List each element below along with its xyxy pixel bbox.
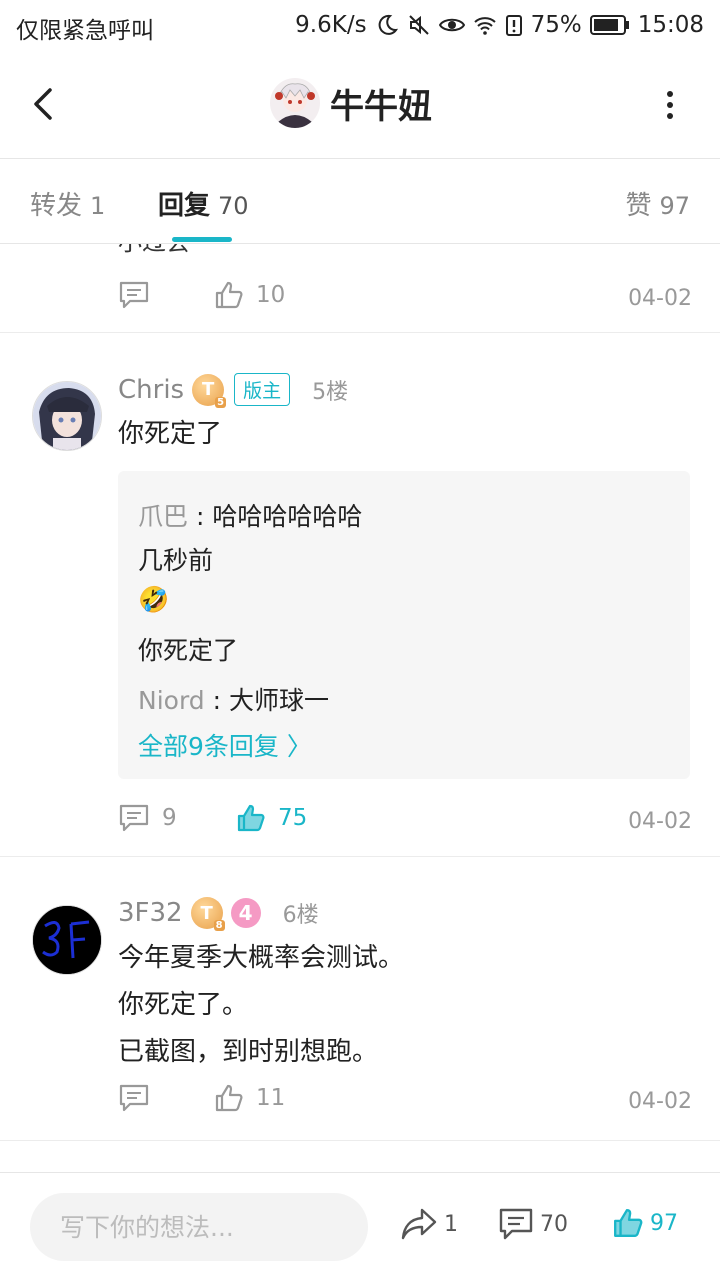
user-meta: 3F32 T8 4 6楼 — [118, 897, 319, 931]
sub-reply-box[interactable]: 爪巴 : 哈哈哈哈哈哈 几秒前 🤣 你死定了 Niord : 大师球一 全部9条… — [118, 471, 690, 779]
back-button[interactable] — [24, 84, 64, 124]
avatar[interactable] — [32, 381, 102, 451]
title-area[interactable]: 牛牛妞 — [270, 78, 432, 128]
comment-icon — [119, 1084, 149, 1112]
share-icon — [401, 1208, 437, 1240]
chevron-left-icon — [34, 88, 52, 120]
avatar[interactable] — [270, 78, 320, 128]
thumbs-up-icon — [614, 1209, 643, 1237]
level-badge: T8 — [190, 897, 225, 931]
battery-alert-icon — [505, 13, 523, 37]
thumbs-up-icon — [215, 1084, 243, 1112]
comment-icon — [499, 1208, 533, 1240]
status-bar: 仅限紧急呼叫 9.6K/s 75% 15:08 — [0, 0, 720, 50]
sub-reply-line: 你死定了 — [138, 636, 239, 665]
tab-bar: 转发 1 回复 70 赞 97 — [0, 159, 720, 244]
comment-icon — [119, 281, 149, 309]
thumbs-up-icon — [215, 281, 243, 309]
mute-icon — [407, 13, 431, 37]
floor-number: 5楼 — [312, 379, 349, 405]
divider — [0, 1140, 720, 1141]
tab-indicator — [172, 237, 232, 242]
comment-button[interactable]: 9 — [118, 803, 177, 833]
comment-button[interactable] — [118, 280, 150, 310]
post-date: 04-02 — [628, 286, 692, 311]
post-actions: 10 04-02 — [118, 280, 692, 320]
tab-forward[interactable]: 转发 1 — [30, 185, 105, 222]
status-right: 9.6K/s 75% 15:08 — [295, 8, 704, 42]
moderator-badge: 版主 — [234, 373, 291, 406]
bottom-bar: 1 70 97 — [0, 1172, 720, 1281]
post-body-cut: 小过会 — [118, 244, 190, 257]
sub-reply-line: 爪巴 : 哈哈哈哈哈哈 — [138, 502, 363, 531]
reply-body: 你死定了 — [118, 419, 223, 449]
title-bar: 牛牛妞 — [0, 50, 720, 159]
username[interactable]: 3F32 — [118, 898, 183, 928]
thumbs-up-icon — [237, 804, 265, 832]
carrier-text: 仅限紧急呼叫 — [16, 18, 154, 44]
sub-reply-line: 几秒前 — [138, 546, 214, 575]
comment-button[interactable] — [118, 1083, 150, 1113]
tab-likes[interactable]: 赞 97 — [625, 185, 690, 222]
tab-reply[interactable]: 回复 70 — [158, 185, 249, 222]
reply-list[interactable]: 小过会 10 04-02 Chris T5 版主 — [0, 244, 720, 1172]
moon-icon — [375, 13, 399, 37]
comment-input[interactable] — [30, 1193, 368, 1261]
clock: 15:08 — [637, 12, 704, 38]
sub-reply-line: Niord : 大师球一 — [138, 686, 329, 715]
like-button[interactable]: 97 — [612, 1207, 678, 1239]
like-button[interactable]: 11 — [214, 1083, 285, 1113]
divider — [0, 856, 720, 857]
level-badge: T5 — [192, 373, 227, 408]
more-vertical-icon — [667, 91, 673, 119]
username[interactable]: Chris — [118, 375, 184, 405]
divider — [0, 332, 720, 333]
user-meta: Chris T5 版主 5楼 — [118, 373, 349, 408]
avatar[interactable] — [32, 905, 102, 975]
like-button[interactable]: 10 — [214, 280, 285, 310]
more-options-button[interactable] — [660, 88, 680, 122]
reply-body: 今年夏季大概率会测试。 你死定了。 已截图，到时别想跑。 — [118, 943, 405, 1067]
page-title: 牛牛妞 — [330, 86, 432, 127]
view-all-replies-link[interactable]: 全部9条回复 〉 — [138, 727, 312, 763]
medal-badge: 4 — [230, 898, 261, 928]
share-button[interactable]: 1 — [400, 1207, 458, 1241]
post-actions: 9 75 04-02 — [118, 803, 692, 843]
eye-icon — [438, 13, 465, 37]
like-button[interactable]: 75 — [236, 803, 307, 833]
post-actions: 11 04-02 — [118, 1083, 692, 1123]
comments-button[interactable]: 70 — [498, 1207, 568, 1241]
floor-number: 6楼 — [282, 903, 319, 928]
sticker-image — [295, 244, 351, 250]
comment-icon — [119, 804, 149, 832]
battery-icon — [589, 14, 630, 36]
net-speed: 9.6K/s — [295, 12, 367, 38]
post-date: 04-02 — [628, 1089, 692, 1114]
wifi-icon — [473, 13, 497, 37]
post-date: 04-02 — [628, 809, 692, 834]
battery-percent: 75% — [530, 12, 582, 38]
emoji-laughing: 🤣 — [138, 585, 170, 614]
